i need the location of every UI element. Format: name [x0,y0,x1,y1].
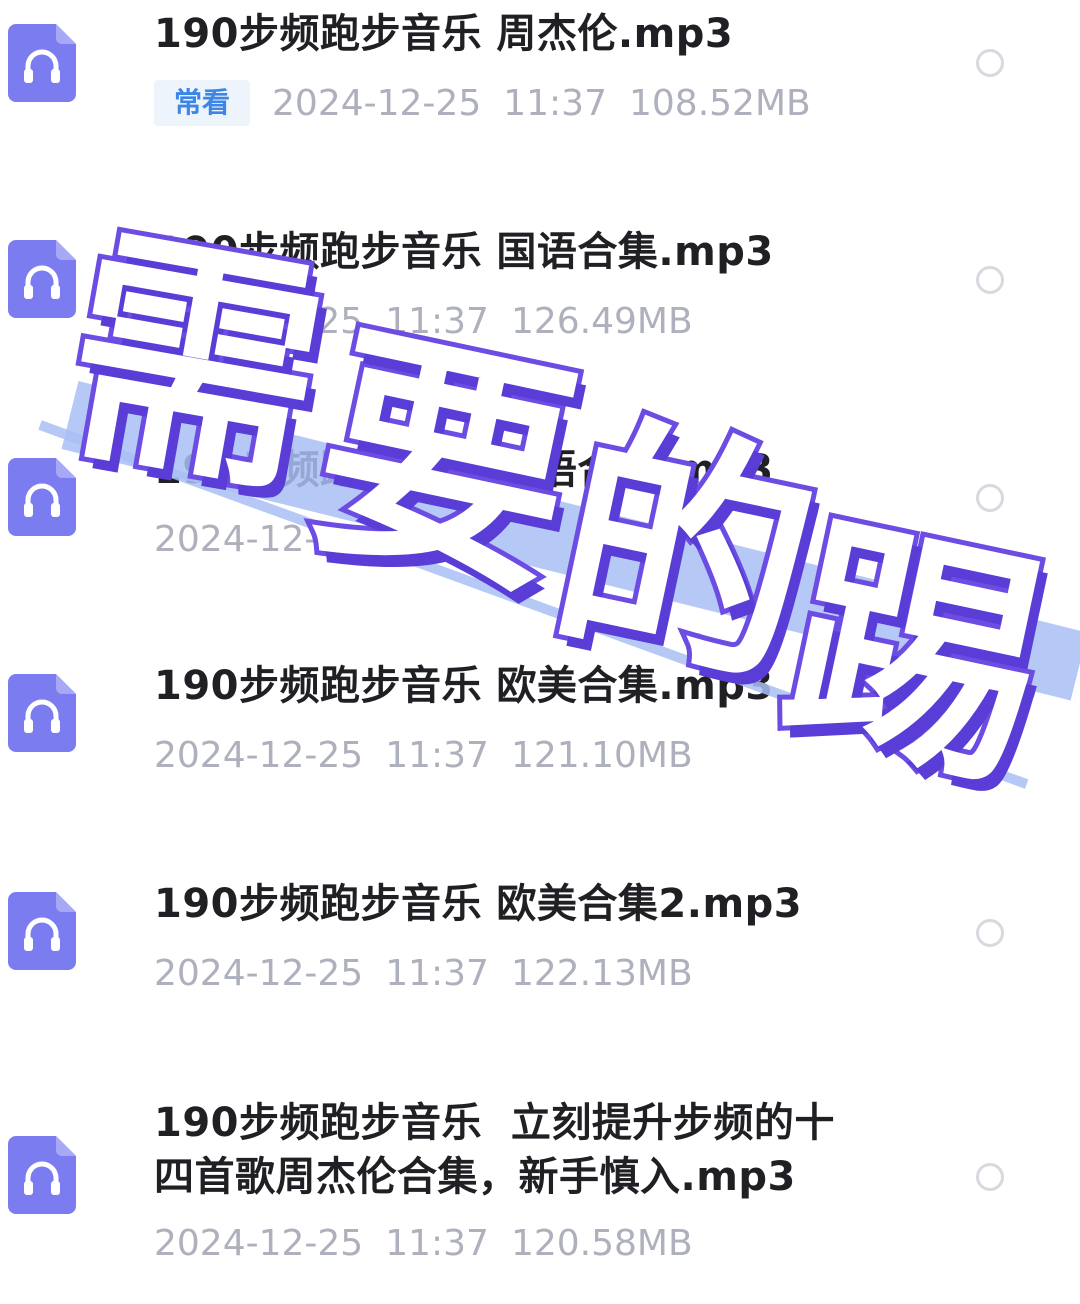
file-size: 120.58MB [510,1222,693,1264]
file-meta: 2024-12-25 11:37 120.58MB [154,1220,693,1266]
select-radio[interactable] [976,266,1004,294]
file-time: 11:37 [385,952,489,994]
frequent-tag: 常看 [154,80,251,126]
file-meta: 常看 2024-12-25 11:37 108.52MB [154,80,811,126]
file-size: 108.52MB [628,82,811,124]
select-radio[interactable] [976,1163,1004,1191]
file-date: 2024-12-25 [154,952,364,994]
file-size: 126.49MB [510,300,693,342]
headphones-file-icon [8,240,76,318]
headphones-file-icon [8,892,76,970]
file-date: 2024-12-25 [154,734,364,776]
file-date: 2024-12-25 [154,518,364,560]
file-title: 190步频跑步音乐 国语合集.mp3 [154,229,774,275]
file-time: 11:37 [385,1222,489,1264]
select-radio[interactable] [976,484,1004,512]
file-meta: 2024-12-25 11:37 122.13MB [154,950,693,996]
headphones-file-icon [8,1136,76,1214]
file-time: 11:37 [385,734,489,776]
headphones-file-icon [8,24,76,102]
file-date: 2024-12-25 [272,82,482,124]
file-meta: 2024-12-25 11:37 121.10MB [154,732,693,778]
file-time: 11:37 [385,300,489,342]
file-meta: 2024-12-25 11:37 126.49MB [154,298,693,344]
select-radio[interactable] [976,49,1004,77]
select-radio[interactable] [976,919,1004,947]
file-time: 11:37 [385,518,489,560]
headphones-file-icon [8,458,76,536]
file-size: 121.10MB [510,734,693,776]
file-title: 190步频跑步音乐 粤语合集.mp3 [154,447,774,493]
file-title: 190步频跑步音乐 欧美合集.mp3 [154,663,774,709]
file-title: 190步频跑步音乐 欧美合集2.mp3 [154,881,803,927]
headphones-file-icon [8,674,76,752]
file-date: 2024-12-25 [154,1222,364,1264]
file-title: 190步频跑步音乐 周杰伦.mp3 [154,11,734,57]
file-size: 122.13MB [510,952,693,994]
file-meta: 2024-12-25 11:37 [154,516,511,562]
file-time: 11:37 [503,82,607,124]
select-radio[interactable] [976,701,1004,729]
file-date: 2024-12-25 [154,300,364,342]
overlay-char: 踢 [758,481,1073,828]
file-title: 190步频跑步音乐 立刻提升步频的十 四首歌周杰伦合集，新手慎入.mp3 [154,1100,835,1200]
